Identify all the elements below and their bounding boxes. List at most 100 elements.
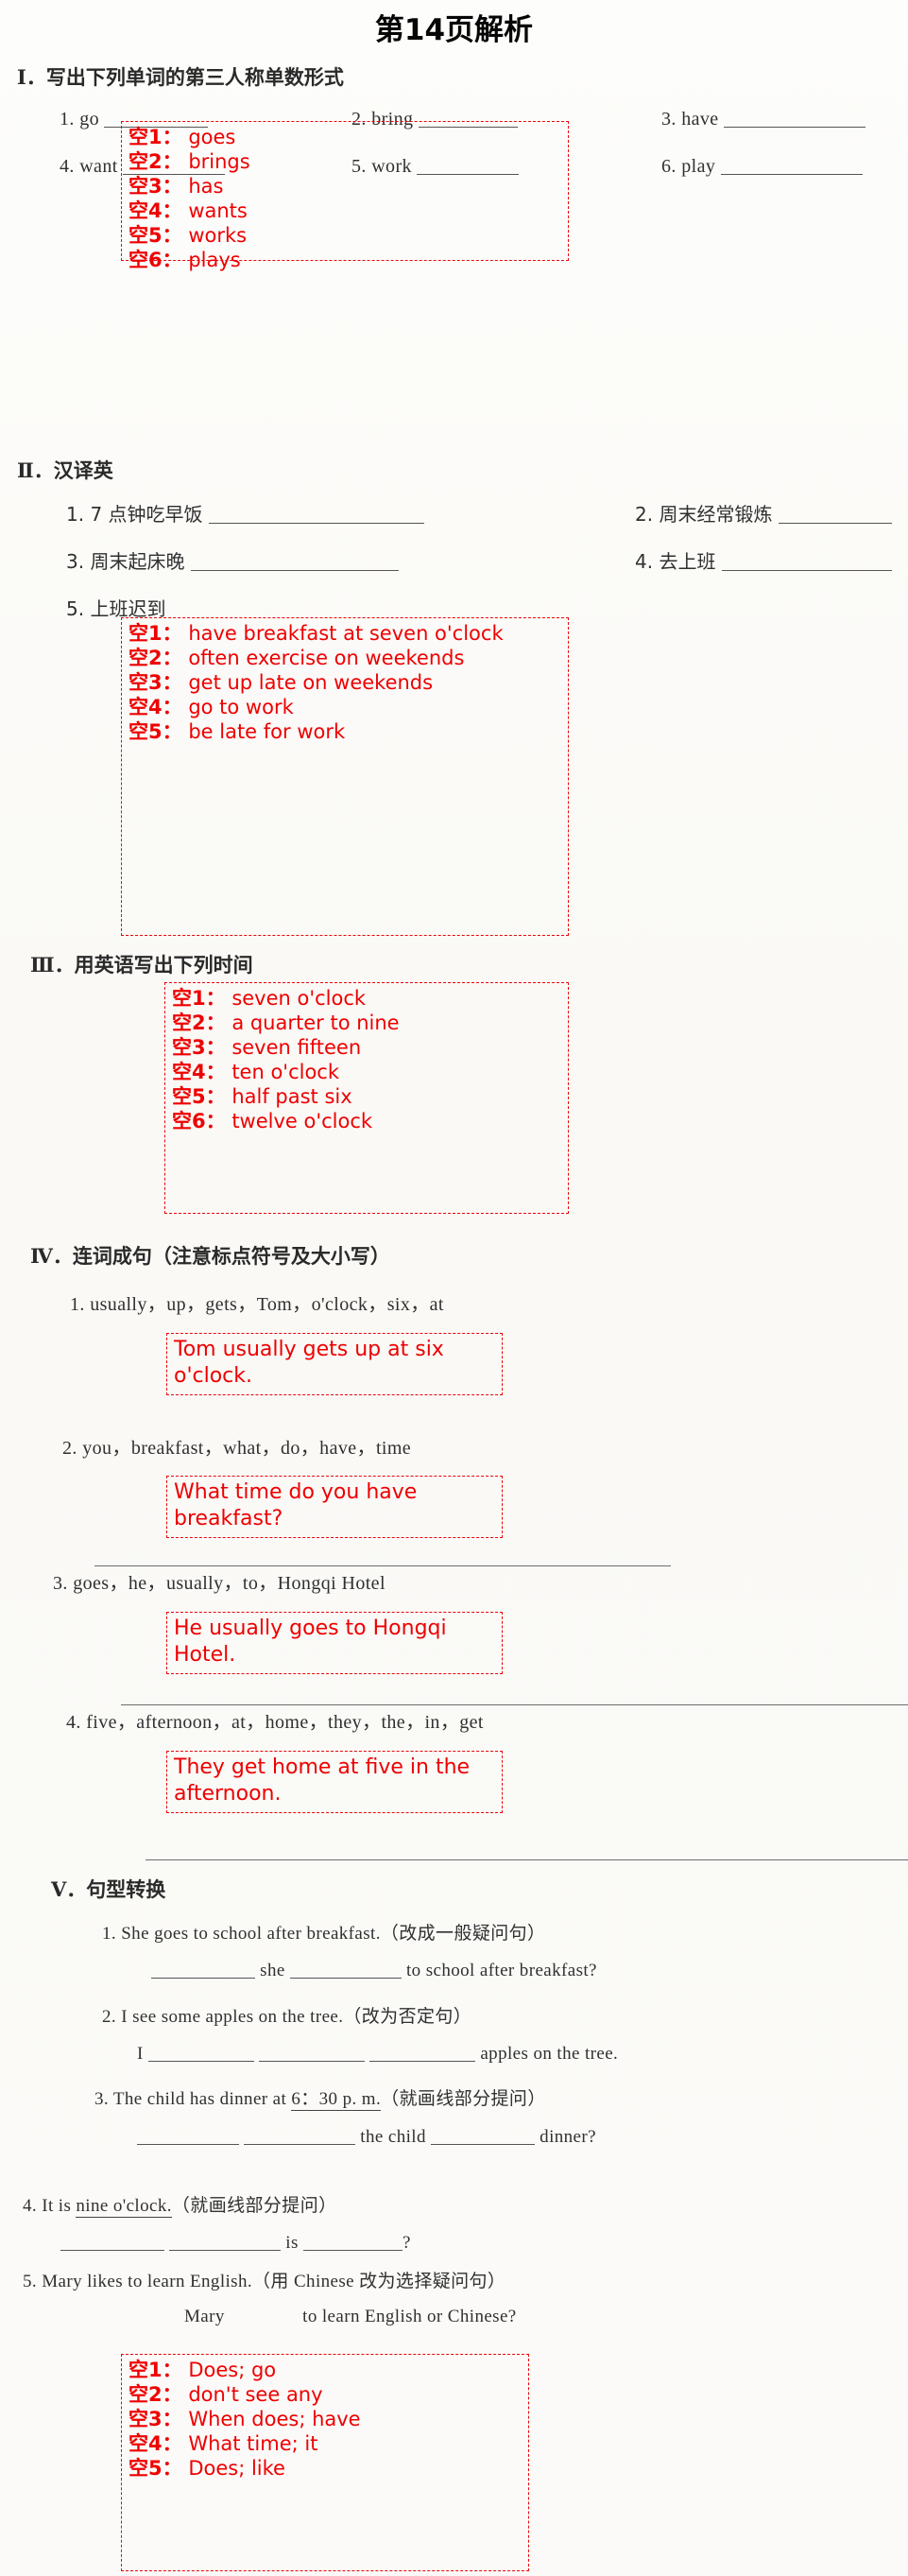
question-number: 3. <box>53 1573 68 1594</box>
answer-separator: ： <box>162 150 182 173</box>
question-4-1: 1. usually，up，gets，Tom，o'clock，six，at <box>70 1288 444 1316</box>
answer-separator: ： <box>162 2383 182 2406</box>
answer-blank[interactable] <box>720 154 863 175</box>
answer-line: 空4： go to work <box>128 695 562 719</box>
answer-value: works <box>188 224 248 247</box>
answer-key: 空6 <box>128 249 163 271</box>
answer-line: What time do you have breakfast? <box>174 1480 424 1530</box>
question-2-1: 1. 7 点钟吃早饭 <box>66 499 424 527</box>
divider <box>94 1565 671 1566</box>
answer-blank[interactable] <box>208 503 424 524</box>
answer-line: 空1： Does; go <box>128 2358 523 2382</box>
line-text: she <box>255 1960 290 1980</box>
question-number: 4. <box>66 1712 81 1733</box>
answer-blank[interactable] <box>60 2231 164 2251</box>
worksheet-page: 第14页解析 Ⅰ．写出下列单词的第三人称单数形式 1. go 2. bring … <box>0 0 908 2576</box>
question-4-4: 4. five，afternoon，at，home，they，the，in，ge… <box>66 1706 484 1734</box>
answer-blank[interactable] <box>723 107 865 128</box>
answer-separator: ： <box>205 987 226 1010</box>
answer-value: What time; it <box>188 2432 318 2455</box>
answer-blank[interactable] <box>169 2231 282 2251</box>
answer-separator: ： <box>162 622 182 645</box>
question-text: 周末起床晚 <box>90 550 185 573</box>
question-2-2: 2. 周末经常锻炼 <box>635 499 892 527</box>
answer-separator: ： <box>205 1085 226 1108</box>
question-number: 3. <box>94 2089 110 2109</box>
question-number: 4. <box>23 2196 38 2216</box>
question-instruction: （就画线部分提问） <box>381 2089 546 2109</box>
answer-key: 空4 <box>128 199 163 222</box>
answer-value: get up late on weekends <box>188 671 434 694</box>
question-text: It is <box>42 2196 77 2216</box>
answer-value: has <box>188 175 224 198</box>
answer-key: 空5 <box>128 2457 163 2480</box>
question-number: 6. <box>661 156 677 177</box>
section-title-5: ．句型转换 <box>66 1878 166 1901</box>
answer-value: wants <box>188 199 248 222</box>
answer-line: 空4： wants <box>128 199 562 223</box>
answer-blank[interactable] <box>431 2125 536 2145</box>
answer-blank[interactable] <box>147 2042 254 2062</box>
answer-blank[interactable] <box>151 1959 255 1979</box>
answer-blank[interactable] <box>302 2231 403 2251</box>
line-text: the child <box>355 2126 432 2147</box>
question-text: go <box>79 109 100 130</box>
answer-value: seven o'clock <box>231 987 367 1010</box>
answer-key: 空1 <box>128 126 163 148</box>
answer-box-4-1: Tom usually gets up at six o'clock. <box>166 1333 503 1395</box>
question-number: 1. <box>102 1924 117 1944</box>
answer-value: have breakfast at seven o'clock <box>188 622 504 645</box>
answer-separator: ： <box>162 199 182 222</box>
answer-separator: ： <box>162 2457 182 2480</box>
answer-blank[interactable] <box>721 550 892 571</box>
section-numeral-4: Ⅳ <box>30 1245 53 1268</box>
answer-value: Does; like <box>188 2457 285 2480</box>
line-text: ? <box>402 2232 411 2253</box>
answer-blank[interactable] <box>778 503 892 524</box>
answer-value: plays <box>188 249 241 271</box>
question-2-4: 4. 去上班 <box>635 546 892 574</box>
answer-separator: ： <box>205 1061 226 1083</box>
answer-key: 空2 <box>128 150 163 173</box>
answer-key: 空4 <box>172 1061 206 1083</box>
line-text: I <box>137 2043 148 2064</box>
answer-value: Does; go <box>188 2359 277 2381</box>
answer-line: 空1： goes <box>128 125 562 149</box>
answer-line: 空2： a quarter to nine <box>172 1011 562 1035</box>
answer-line-5-3: the child dinner? <box>137 2125 596 2148</box>
underlined-phrase: 6：30 p. m. <box>291 2089 382 2111</box>
answer-blank[interactable] <box>289 1959 402 1979</box>
question-1-3: 3. have <box>661 107 865 130</box>
answer-blank[interactable] <box>259 2042 366 2062</box>
question-number: 4. <box>60 156 75 177</box>
question-instruction: （就画线部分提问） <box>171 2196 337 2216</box>
answer-blank[interactable] <box>137 2125 239 2145</box>
answer-line: 空3： When does; have <box>128 2407 523 2431</box>
answer-key: 空6 <box>172 1110 206 1132</box>
answer-value: often exercise on weekends <box>188 647 465 669</box>
question-number: 4. <box>635 550 654 573</box>
answer-line: 空4： What time; it <box>128 2431 523 2456</box>
answer-separator: ： <box>162 2408 182 2430</box>
question-4-3: 3. goes，he，usually，to，Hongqi Hotel <box>53 1567 385 1595</box>
answer-line: 空5： half past six <box>172 1084 562 1109</box>
answer-box-section-2: 空1： have breakfast at seven o'clock 空2： … <box>121 617 569 936</box>
question-text: have <box>681 109 719 130</box>
answer-blank[interactable] <box>369 2042 476 2062</box>
question-number: 5. <box>66 597 85 620</box>
answer-key: 空1 <box>128 622 163 645</box>
answer-blank[interactable] <box>190 550 399 571</box>
answer-blank[interactable] <box>244 2125 356 2145</box>
answer-separator: ： <box>162 720 182 743</box>
answer-key: 空2 <box>128 2383 163 2406</box>
answer-value: don't see any <box>188 2383 323 2406</box>
question-number: 2. <box>635 503 654 526</box>
answer-line: 空6： twelve o'clock <box>172 1109 562 1133</box>
answer-separator: ： <box>162 647 182 669</box>
question-text: want <box>79 156 118 177</box>
line-text: apples on the tree. <box>475 2043 619 2064</box>
question-text: goes，he，usually，to，Hongqi Hotel <box>73 1573 385 1594</box>
answer-value: When does; have <box>188 2408 361 2430</box>
answer-line: 空2： brings <box>128 149 562 174</box>
underlined-phrase: nine o'clock. <box>76 2196 172 2218</box>
